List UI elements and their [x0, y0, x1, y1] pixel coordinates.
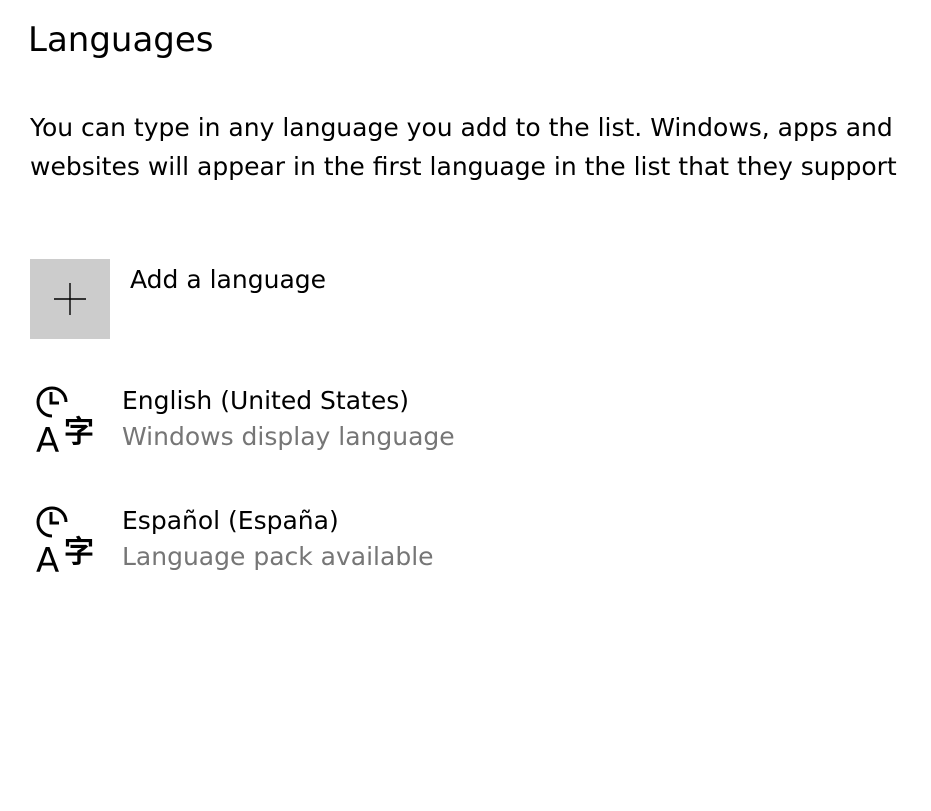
page-description: You can type in any language you add to … — [30, 113, 897, 181]
language-item-spanish[interactable]: A 字 Español (España) Language pack avail… — [30, 504, 434, 584]
add-language-button[interactable]: Add a language — [30, 259, 326, 339]
languages-settings-page: Languages You can type in any language y… — [0, 0, 931, 811]
language-name: English (United States) — [122, 386, 410, 415]
page-title: Languages — [28, 20, 214, 60]
language-icon: A 字 — [36, 506, 94, 576]
svg-text:A: A — [36, 541, 59, 576]
language-text: Español (España) Language pack available — [122, 504, 434, 576]
language-name: Español (España) — [122, 506, 339, 535]
svg-text:字: 字 — [64, 535, 94, 570]
add-language-tile[interactable] — [30, 259, 110, 339]
plus-icon — [54, 283, 86, 315]
svg-text:A: A — [36, 421, 59, 456]
language-icon: A 字 — [36, 386, 94, 456]
add-language-label: Add a language — [130, 265, 327, 294]
language-text: English (United States) Windows display … — [122, 384, 455, 456]
language-status: Windows display language — [122, 422, 455, 451]
language-status: Language pack available — [122, 542, 434, 571]
svg-text:字: 字 — [64, 415, 94, 450]
language-item-english[interactable]: A 字 English (United States) Windows disp… — [30, 384, 455, 464]
